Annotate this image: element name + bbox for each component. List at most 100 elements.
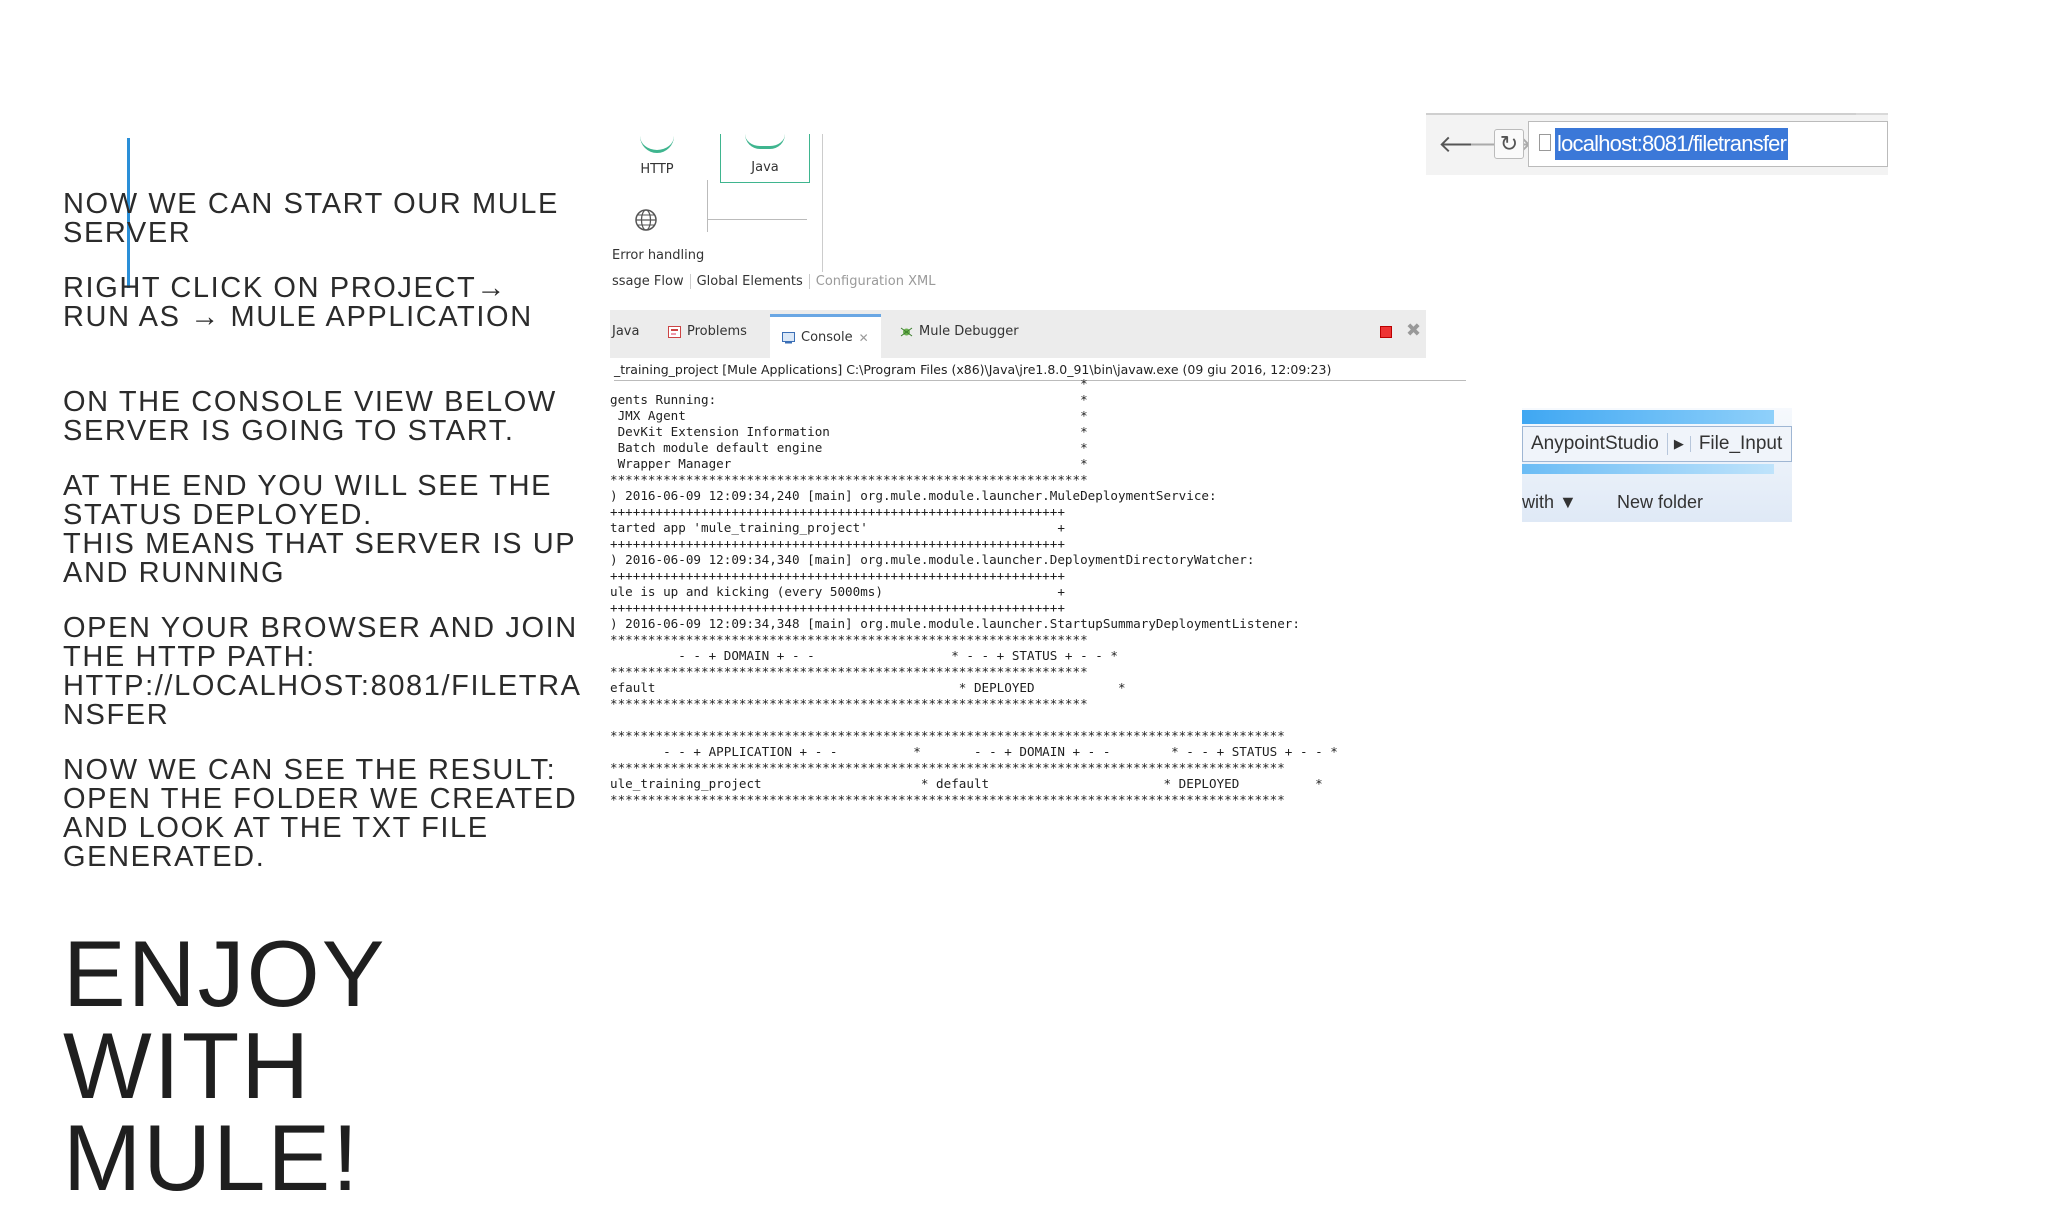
flow-connector <box>707 219 807 220</box>
canvas-tabs: ssage Flow Global Elements Configuration X… <box>612 274 947 289</box>
text-line: AT THE END YOU WILL SEE THE <box>63 470 553 502</box>
flow-connector <box>707 180 708 232</box>
tab-label: Console <box>801 330 853 345</box>
text-line: HTTP://LOCALHOST:8081/FILETRA <box>63 670 582 702</box>
text-line: SERVER <box>63 217 192 249</box>
terminate-button[interactable] <box>1380 326 1392 338</box>
console-line: Wrapper Manager * <box>610 456 1088 471</box>
tab-problems[interactable]: Problems <box>668 324 747 339</box>
reload-icon[interactable]: ↻ <box>1494 129 1524 159</box>
console-line: ****************************************… <box>610 472 1088 487</box>
instruction-browser: OPEN YOUR BROWSER AND JOIN THE HTTP PATH… <box>63 612 582 731</box>
console-line: ) 2016-06-09 12:09:34,348 [main] org.mul… <box>610 616 1300 631</box>
tab-label: Java <box>612 324 640 339</box>
closing-line: ENJOY <box>63 921 387 1026</box>
new-folder-button[interactable]: New folder <box>1617 492 1703 512</box>
url-text[interactable]: localhost:8081/filetransfer <box>1555 128 1789 160</box>
console-line: ) 2016-06-09 12:09:34,240 [main] org.mul… <box>610 488 1217 503</box>
console-line: - - + DOMAIN + - - * - - + STATUS + - - … <box>610 648 1118 663</box>
text-line: THE HTTP PATH: <box>63 641 316 673</box>
console-line: ****************************************… <box>610 760 1285 775</box>
console-output: * gents Running: * JMX Agent * DevKit Ext… <box>610 376 1440 808</box>
text-line: THIS MEANS THAT SERVER IS UP <box>63 528 577 560</box>
console-line: ++++++++++++++++++++++++++++++++++++++++… <box>610 568 1065 583</box>
tab-mule-debugger[interactable]: Mule Debugger <box>900 324 1019 339</box>
instruction-deployed: AT THE END YOU WILL SEE THE STATUS DEPLO… <box>63 470 577 589</box>
breadcrumb-arrow-icon[interactable]: ▶ <box>1668 436 1691 452</box>
explorer-title-strip <box>1522 410 1774 424</box>
tab-message-flow[interactable]: ssage Flow <box>612 274 691 289</box>
text-line: STATUS DEPLOYED. <box>63 499 373 531</box>
toolbar-edge <box>1426 113 1856 115</box>
breadcrumb-item[interactable]: AnypointStudio <box>1523 433 1668 455</box>
tab-java[interactable]: Java <box>612 324 639 339</box>
http-icon <box>640 136 674 153</box>
text-line: SERVER IS GOING TO START. <box>63 415 515 447</box>
closing-title: ENJOY WITH MULE! <box>63 921 387 1210</box>
console-line: tarted app 'mule_training_project' + <box>610 520 1065 535</box>
console-line: ****************************************… <box>610 632 1088 647</box>
file-explorer-fragment: AnypointStudio ▶ File_Input with ▼ New f… <box>1522 408 1792 522</box>
node-label: Java <box>751 160 779 175</box>
java-icon <box>745 134 785 149</box>
text-line: ON THE CONSOLE VIEW BELOW <box>63 386 557 418</box>
text-line: RIGHT CLICK ON PROJECT→ <box>63 272 507 304</box>
console-line: ++++++++++++++++++++++++++++++++++++++++… <box>610 504 1065 519</box>
closing-line: MULE! <box>63 1105 361 1210</box>
text-line: OPEN YOUR BROWSER AND JOIN <box>63 612 578 644</box>
console-line: JMX Agent * <box>610 408 1088 423</box>
view-tab-bar: Java Problems Console ✕ Mule Debugger ✖ <box>610 310 1426 358</box>
text-line: AND LOOK AT THE TXT FILE <box>63 812 489 844</box>
java-component-node[interactable]: Java <box>720 134 810 183</box>
instruction-start-server: NOW WE CAN START OUR MULE SERVER <box>63 188 559 249</box>
text-line: NSFER <box>63 699 170 731</box>
globe-icon <box>635 209 657 231</box>
flow-boundary <box>822 134 823 272</box>
text-line: NOW WE CAN START OUR MULE <box>63 188 559 220</box>
console-line: gents Running: * <box>610 392 1088 407</box>
error-handling-label: Error handling <box>612 248 705 263</box>
text-line: AND RUNNING <box>63 557 286 589</box>
remove-launch-icon[interactable]: ✖ <box>1406 320 1421 341</box>
text-line: GENERATED. <box>63 841 266 873</box>
studio-screenshot: HTTP Java Error handling ssage Flow Globa… <box>610 134 1470 820</box>
node-label: HTTP <box>640 162 674 177</box>
console-line: ++++++++++++++++++++++++++++++++++++++++… <box>610 600 1065 615</box>
console-line: ++++++++++++++++++++++++++++++++++++++++… <box>610 536 1065 551</box>
tab-label: Problems <box>687 324 747 339</box>
text-line: RUN AS → MULE APPLICATION <box>63 301 533 333</box>
debugger-icon <box>900 327 913 336</box>
console-icon <box>782 331 795 343</box>
console-line: efault * DEPLOYED * <box>610 680 1126 695</box>
console-line: ****************************************… <box>610 792 1285 807</box>
console-line: * <box>610 376 1088 391</box>
text-line: NOW WE CAN SEE THE RESULT: <box>63 754 557 786</box>
page-icon <box>1539 134 1551 151</box>
console-line: ****************************************… <box>610 696 1088 711</box>
console-line: DevKit Extension Information * <box>610 424 1088 439</box>
console-line: Batch module default engine * <box>610 440 1088 455</box>
instruction-console: ON THE CONSOLE VIEW BELOW SERVER IS GOIN… <box>63 386 557 447</box>
breadcrumb[interactable]: AnypointStudio ▶ File_Input <box>1522 426 1792 462</box>
console-line: ****************************************… <box>610 664 1088 679</box>
console-line: ule_training_project * default * DEPLOYE… <box>610 776 1323 791</box>
address-bar[interactable]: localhost:8081/filetransfer <box>1528 121 1888 167</box>
console-line: ) 2016-06-09 12:09:34,340 [main] org.mul… <box>610 552 1255 567</box>
text-line: OPEN THE FOLDER WE CREATED <box>63 783 578 815</box>
tab-configuration-xml[interactable]: Configuration XML <box>816 274 942 289</box>
browser-toolbar: 🡐 🡒 ↻ localhost:8081/filetransfer <box>1426 113 1888 175</box>
problems-icon <box>668 325 681 338</box>
instruction-result: NOW WE CAN SEE THE RESULT: OPEN THE FOLD… <box>63 754 578 873</box>
closing-line: WITH <box>63 1013 312 1118</box>
console-line: ****************************************… <box>610 728 1285 743</box>
breadcrumb-item[interactable]: File_Input <box>1691 433 1790 455</box>
open-with-menu[interactable]: with ▼ <box>1522 492 1612 513</box>
console-line: - - + APPLICATION + - - * - - + DOMAIN +… <box>610 744 1338 759</box>
close-tab-icon[interactable]: ✕ <box>859 331 869 345</box>
tab-label: Mule Debugger <box>919 324 1019 339</box>
explorer-divider-strip <box>1522 464 1774 474</box>
http-connector-node[interactable]: HTTP <box>622 140 692 180</box>
tab-global-elements[interactable]: Global Elements <box>697 274 810 289</box>
tab-console[interactable]: Console ✕ <box>770 314 881 358</box>
